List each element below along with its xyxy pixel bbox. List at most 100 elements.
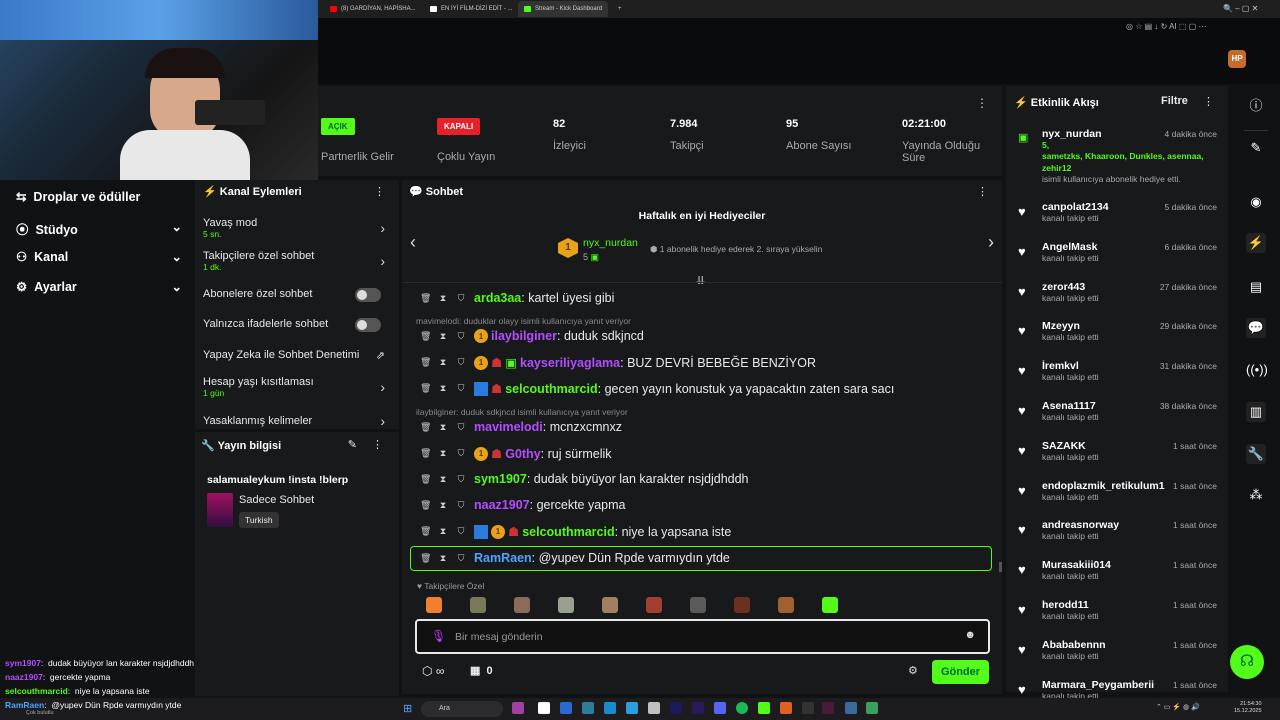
microphone-icon[interactable]: 🎙 xyxy=(431,629,446,643)
nav-settings[interactable]: ⚙ Ayarlar ⌄ xyxy=(16,279,182,294)
demon-badge-icon: ☗ xyxy=(491,382,503,396)
chevron-right-icon[interactable]: › xyxy=(988,232,994,253)
info-icon[interactable]: ⓘ xyxy=(1246,96,1266,116)
slow-mode[interactable]: Yavaş mod 5 sn. › xyxy=(203,217,393,239)
account-age[interactable]: Hesap yaşı kısıtlaması 1 gün › xyxy=(203,376,393,398)
heart-icon: ♥ xyxy=(1018,522,1026,538)
ban-icon: ⛉ xyxy=(457,499,465,510)
app-icon[interactable] xyxy=(560,702,572,714)
app-icon[interactable] xyxy=(670,702,682,714)
filter-button[interactable]: Filtre xyxy=(1161,95,1188,107)
app-icon[interactable] xyxy=(758,702,770,714)
chat-panel: 💬 Sohbet ⋮ Haftalık en iyi Hediyeciler ‹… xyxy=(402,180,1002,694)
ai-moderation[interactable]: Yapay Zeka ile Sohbet Denetimi ⇗ xyxy=(203,349,393,362)
heart-icon: ♥ xyxy=(1018,243,1026,259)
app-icon[interactable] xyxy=(648,702,660,714)
browser-tab-edit[interactable]: EN İYİ FİLM-DİZİ EDİT - ... xyxy=(424,1,519,17)
broadcast-icon[interactable]: ((•)) xyxy=(1246,360,1268,380)
chat-scrollbar[interactable] xyxy=(999,562,1002,572)
activity-follow: andreasnorway 1 saat önce kanalı takip ett… xyxy=(1042,519,1217,542)
taskbar: Çok bulutlu ⊞ Ara 21:54:30 15.12.2025 ⌃ ▭… xyxy=(0,698,1280,720)
app-icon[interactable] xyxy=(736,702,748,714)
timeout-icon: ⧗ xyxy=(439,357,447,367)
panel-title: 🔧 Yayın bilgisi xyxy=(201,440,282,452)
app-icon[interactable] xyxy=(822,702,834,714)
chat-message[interactable]: 🗑 ⧗ ⛉ ☗ selcouthmarcid: gecen yayın konustuk… xyxy=(420,381,894,396)
chat-bubble-icon[interactable]: 💬 xyxy=(1246,318,1266,338)
document-icon[interactable]: ▤ xyxy=(1246,277,1266,297)
app-icon[interactable] xyxy=(845,702,857,714)
chat-message[interactable]: 🗑 ⧗ ⛉ 1 ilaybilginer: duduk sdkjncd xyxy=(420,329,644,343)
ban-icon: ⛉ xyxy=(457,421,465,432)
app-icon[interactable] xyxy=(780,702,792,714)
windows-start-icon[interactable]: ⊞ xyxy=(403,702,412,715)
emoji-icon[interactable]: ☻ xyxy=(964,629,976,641)
app-icon[interactable] xyxy=(538,702,550,714)
avatar[interactable]: HP xyxy=(1228,50,1246,68)
timeout-icon: ⧗ xyxy=(439,330,447,341)
timeout-icon: ⧗ xyxy=(439,552,447,563)
nav-channel[interactable]: ⚇ Kanal ⌄ xyxy=(16,249,182,264)
stat-followers: 7.984 Takipçi xyxy=(670,118,704,152)
overlay-chat-line: sym1907: dudak büyüyor lan karakter nsjd… xyxy=(5,658,195,668)
tray-icons[interactable]: ⌃ ▭ ⚡ ◍ 🔊 xyxy=(1156,703,1200,711)
app-icon[interactable] xyxy=(692,702,704,714)
app-icon[interactable] xyxy=(512,702,524,714)
timeout-icon: ⧗ xyxy=(439,499,447,510)
subscribers-only-toggle[interactable] xyxy=(355,288,381,302)
edit-icon[interactable]: ✎ xyxy=(1246,138,1266,158)
collapse-icon[interactable]: ⇊ xyxy=(696,274,705,287)
more-icon[interactable]: ⋮ xyxy=(374,185,385,198)
more-icon[interactable]: ⋮ xyxy=(372,438,383,451)
apps-icon[interactable]: ⁂ xyxy=(1246,485,1266,505)
chat-message[interactable]: 🗑 ⧗ ⛉ sym1907: dudak büyüyor lan karakter n… xyxy=(420,472,749,486)
emote xyxy=(778,597,794,613)
chat-input[interactable]: 🎙 Bir mesaj gönderin ☻ xyxy=(415,619,990,654)
layout-icon[interactable]: ▥ xyxy=(1246,402,1266,422)
chat-message[interactable]: 🗑 ⧗ ⛉ 1 ☗ G0thy: ruj sürmelik xyxy=(420,446,612,461)
activity-follow: canpolat2134 5 dakika önce kanalı takip et… xyxy=(1042,201,1217,223)
ban-icon: ⛉ xyxy=(457,292,465,303)
nav-drops[interactable]: ⇆ Droplar ve ödüller xyxy=(16,189,140,204)
window-controls[interactable]: 🔍 – ▢ ✕ xyxy=(1223,4,1258,13)
overlay-chat-line: RamRaen: @yupev Dün Rpde varmıydın ytde xyxy=(5,700,182,710)
app-icon[interactable] xyxy=(604,702,616,714)
app-icon[interactable] xyxy=(714,702,726,714)
banned-words[interactable]: Yasaklanmış kelimeler › xyxy=(203,413,393,429)
drops-counter[interactable]: ▦ 0 xyxy=(470,664,493,677)
camera-icon[interactable]: ◉ xyxy=(1246,192,1266,212)
nav-studio[interactable]: ⦿ Stüdyo ⌄ xyxy=(16,219,182,238)
chat-message[interactable]: 🗑 ⧗ ⛉ 1 ☗ ▣ kayseriliyaglama: BUZ DEVRİ BEBEĞE… xyxy=(420,355,816,370)
browser-tab-kick[interactable]: Stream - Kick Dashboard xyxy=(518,1,609,17)
emote-only-toggle[interactable] xyxy=(355,318,381,332)
points-counter[interactable]: ⬡ ∞ xyxy=(422,664,444,678)
app-icon[interactable] xyxy=(626,702,638,714)
emote xyxy=(514,597,530,613)
chat-message[interactable]: 🗑 ⧗ ⛉ 1 ☗ selcouthmarcid: niye la yapsana ist… xyxy=(420,524,731,539)
edit-icon[interactable]: ✎ xyxy=(348,438,357,451)
support-button[interactable]: ☊ xyxy=(1230,645,1264,679)
lightning-icon[interactable]: ⚡ xyxy=(1246,233,1266,253)
toolbar-icons[interactable]: ◎ ☆ ▤ ↓ ↻ AI ⬚ ▢ ⋯ xyxy=(1126,22,1206,31)
settings-gear-icon[interactable]: ⚙ xyxy=(908,664,918,677)
browser-tab-youtube[interactable]: (8) GARDİYAN, HAPİSHA... xyxy=(324,1,422,17)
more-icon[interactable]: ⋮ xyxy=(976,96,988,110)
wrench-icon[interactable]: 🔧 xyxy=(1246,444,1266,464)
clock[interactable]: 21:54:30 15.12.2025 xyxy=(1234,701,1262,715)
chat-message[interactable]: 🗑 ⧗ ⛉ arda3aa: kartel üyesi gibi xyxy=(420,291,614,305)
send-button[interactable]: Gönder xyxy=(932,660,989,684)
chevron-left-icon[interactable]: ‹ xyxy=(410,232,416,253)
chat-message[interactable]: 🗑 ⧗ ⛉ RamRaen: @yupev Dün Rpde varmıydın yt… xyxy=(420,551,730,565)
app-icon[interactable] xyxy=(802,702,814,714)
new-tab-button[interactable]: + xyxy=(612,1,628,17)
emote-row[interactable] xyxy=(412,597,1002,615)
followers-only[interactable]: Takipçilere özel sohbet 1 dk. › xyxy=(203,250,393,272)
more-icon[interactable]: ⋮ xyxy=(1203,95,1214,108)
chat-message[interactable]: 🗑 ⧗ ⛉ naaz1907: gercekte yapma xyxy=(420,498,626,512)
app-icon[interactable] xyxy=(582,702,594,714)
app-icon[interactable] xyxy=(866,702,878,714)
more-icon[interactable]: ⋮ xyxy=(977,185,988,198)
taskbar-search[interactable]: Ara xyxy=(421,701,503,717)
chat-message[interactable]: 🗑 ⧗ ⛉ mavimelodi: mcnzxcmnxz xyxy=(420,420,622,434)
emote-only: Yalnızca ifadelerle sohbet xyxy=(203,318,393,332)
